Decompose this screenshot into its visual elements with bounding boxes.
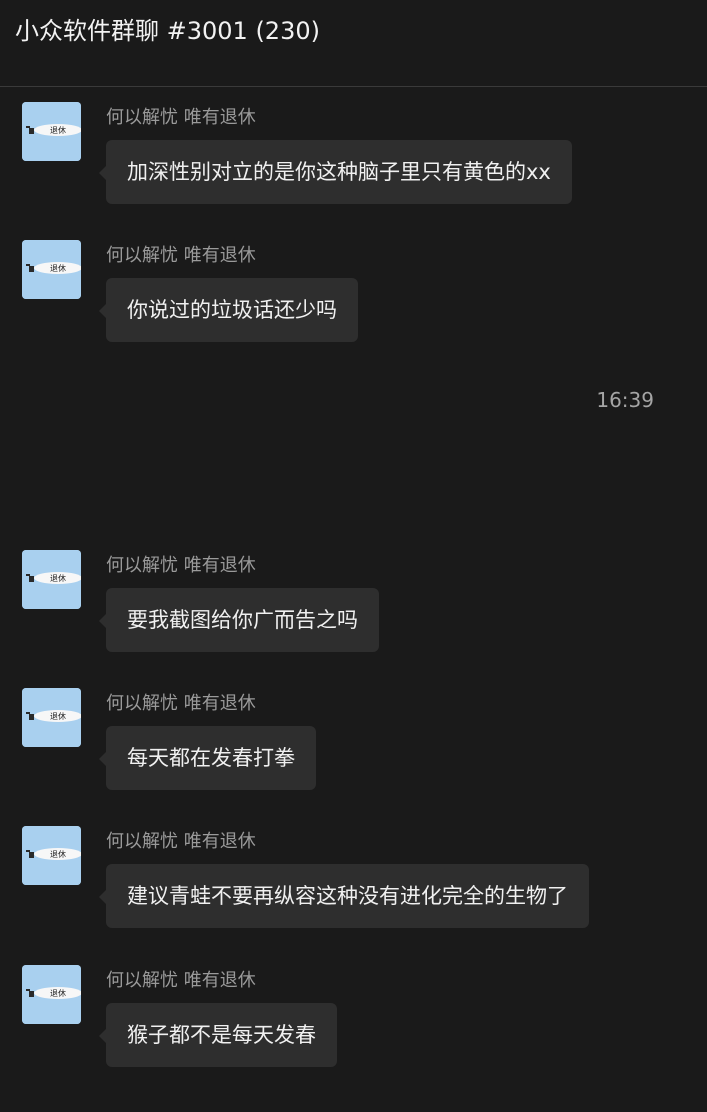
avatar-image-icon: 退休 [22, 688, 81, 747]
avatar[interactable]: 退休 [22, 102, 81, 161]
avatar-text: 退休 [50, 849, 66, 859]
chat-title: 小众软件群聊 #3001 (230) [15, 17, 320, 45]
avatar-image-icon: 退休 [22, 102, 81, 161]
avatar-text: 退休 [50, 711, 66, 721]
avatar-image-icon: 退休 [22, 240, 81, 299]
avatar-text: 退休 [50, 125, 66, 135]
message-bubble[interactable]: 猴子都不是每天发春 [99, 1003, 337, 1067]
message-bubble[interactable]: 每天都在发春打拳 [99, 726, 316, 790]
message-bubble[interactable]: 建议青蛙不要再纵容这种没有进化完全的生物了 [99, 864, 589, 928]
avatar-image-icon: 退休 [22, 826, 81, 885]
sender-name: 何以解忧 唯有退休 [106, 245, 256, 266]
message-bubble[interactable]: 加深性别对立的是你这种脑子里只有黄色的xx [99, 140, 572, 204]
message-item: 退休 何以解忧 唯有退休 猴子都不是每天发春 [0, 965, 707, 1075]
sender-name: 何以解忧 唯有退休 [106, 107, 256, 128]
message-item: 退休 何以解忧 唯有退休 建议青蛙不要再纵容这种没有进化完全的生物了 [0, 826, 707, 936]
avatar-image-icon: 退休 [22, 550, 81, 609]
sender-name: 何以解忧 唯有退休 [106, 555, 256, 576]
avatar[interactable]: 退休 [22, 688, 81, 747]
sender-name: 何以解忧 唯有退休 [106, 693, 256, 714]
sender-name: 何以解忧 唯有退休 [106, 970, 256, 991]
message-item: 退休 何以解忧 唯有退休 加深性别对立的是你这种脑子里只有黄色的xx [0, 102, 707, 212]
message-timestamp: 16:39 [596, 388, 654, 412]
message-bubble[interactable]: 你说过的垃圾话还少吗 [99, 278, 358, 342]
sender-name: 何以解忧 唯有退休 [106, 831, 256, 852]
message-item: 退休 何以解忧 唯有退休 你说过的垃圾话还少吗 [0, 240, 707, 350]
avatar-image-icon: 退休 [22, 965, 81, 1024]
avatar-text: 退休 [50, 573, 66, 583]
message-item: 退休 何以解忧 唯有退休 每天都在发春打拳 [0, 688, 707, 798]
avatar-text: 退休 [50, 263, 66, 273]
chat-header: 小众软件群聊 #3001 (230) [0, 0, 707, 87]
avatar-text: 退休 [50, 988, 66, 998]
avatar[interactable]: 退休 [22, 240, 81, 299]
message-bubble[interactable]: 要我截图给你广而告之吗 [99, 588, 379, 652]
message-item: 退休 何以解忧 唯有退休 要我截图给你广而告之吗 [0, 550, 707, 660]
avatar[interactable]: 退休 [22, 826, 81, 885]
avatar[interactable]: 退休 [22, 550, 81, 609]
avatar[interactable]: 退休 [22, 965, 81, 1024]
